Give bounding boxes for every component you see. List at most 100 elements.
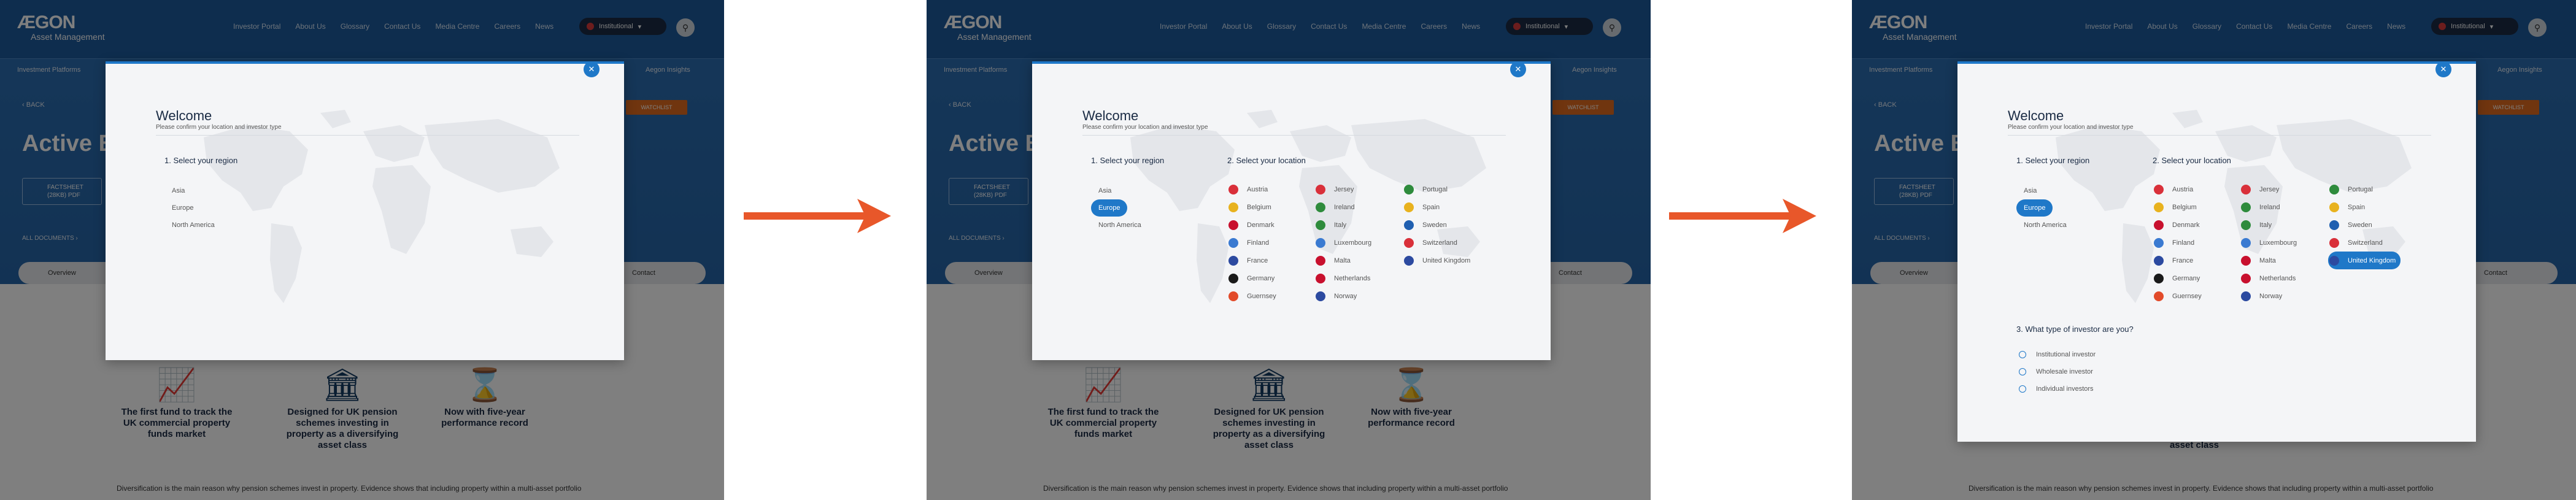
location-label: Italy: [1334, 221, 1347, 229]
region-option-north-america[interactable]: North America: [1091, 217, 1149, 234]
location-option-jersey[interactable]: Jersey: [2240, 180, 2302, 198]
location-option-netherlands[interactable]: Netherlands: [2240, 269, 2302, 287]
finland-flag-icon: [1228, 237, 1238, 248]
location-option-norway[interactable]: Norway: [1314, 287, 1376, 305]
location-option-spain[interactable]: Spain: [2328, 198, 2401, 216]
investor-option-institutional[interactable]: Institutional investor: [2019, 346, 2096, 363]
austria-flag-icon: [1228, 184, 1238, 194]
united-kingdom-flag-icon: [2329, 255, 2339, 266]
location-label: Spain: [1422, 203, 1440, 211]
location-option-belgium[interactable]: Belgium: [2153, 198, 2207, 216]
welcome-modal: ✕ Welcome Please confirm your location a…: [1957, 61, 2476, 442]
location-option-denmark[interactable]: Denmark: [2153, 216, 2207, 234]
location-label: Netherlands: [2259, 274, 2296, 282]
location-option-italy[interactable]: Italy: [1314, 216, 1376, 234]
location-option-switzerland[interactable]: Switzerland: [2328, 234, 2401, 252]
divider: [2008, 135, 2431, 136]
investor-option-individual[interactable]: Individual investors: [2019, 380, 2096, 398]
region-option-north-america[interactable]: North America: [164, 217, 222, 234]
location-option-luxembourg[interactable]: Luxembourg: [2240, 234, 2302, 252]
location-option-spain[interactable]: Spain: [1403, 198, 1475, 216]
location-option-malta[interactable]: Malta: [1314, 252, 1376, 269]
close-icon[interactable]: ✕: [584, 64, 600, 77]
region-option-asia[interactable]: Asia: [1091, 182, 1149, 199]
location-option-denmark[interactable]: Denmark: [1227, 216, 1281, 234]
radio-icon[interactable]: [2019, 368, 2026, 375]
location-label: Finland: [2172, 239, 2195, 247]
guernsey-flag-icon: [1228, 291, 1238, 301]
location-option-united-kingdom[interactable]: United Kingdom: [2328, 252, 2401, 269]
italy-flag-icon: [1316, 220, 1325, 230]
radio-icon[interactable]: [2019, 351, 2026, 358]
location-option-france[interactable]: France: [2153, 252, 2207, 269]
luxembourg-flag-icon: [1316, 237, 1325, 248]
location-option-luxembourg[interactable]: Luxembourg: [1314, 234, 1376, 252]
location-option-ireland[interactable]: Ireland: [2240, 198, 2302, 216]
location-label: Finland: [1247, 239, 1270, 247]
location-option-germany[interactable]: Germany: [1227, 269, 1281, 287]
location-option-germany[interactable]: Germany: [2153, 269, 2207, 287]
investor-option-wholesale[interactable]: Wholesale investor: [2019, 363, 2096, 380]
location-option-sweden[interactable]: Sweden: [1403, 216, 1475, 234]
welcome-modal: ✕ Welcome Please confirm your location a…: [1032, 61, 1551, 360]
radio-icon[interactable]: [2019, 385, 2026, 393]
location-option-united-kingdom[interactable]: United Kingdom: [1403, 252, 1475, 269]
location-option-italy[interactable]: Italy: [2240, 216, 2302, 234]
location-option-guernsey[interactable]: Guernsey: [1227, 287, 1281, 305]
location-option-austria[interactable]: Austria: [2153, 180, 2207, 198]
location-option-portugal[interactable]: Portugal: [1403, 180, 1475, 198]
screenshot-step-1: ÆGON Asset Management Investor Portal Ab…: [0, 0, 724, 500]
finland-flag-icon: [2154, 237, 2164, 248]
investor-option-label: Individual investors: [2036, 385, 2094, 393]
location-option-guernsey[interactable]: Guernsey: [2153, 287, 2207, 305]
location-option-malta[interactable]: Malta: [2240, 252, 2302, 269]
location-label: Jersey: [2259, 185, 2280, 193]
sweden-flag-icon: [2329, 220, 2339, 230]
spain-flag-icon: [1404, 202, 1414, 212]
portugal-flag-icon: [1404, 184, 1414, 194]
location-option-portugal[interactable]: Portugal: [2328, 180, 2401, 198]
location-option-belgium[interactable]: Belgium: [1227, 198, 1281, 216]
location-label: Denmark: [1247, 221, 1275, 229]
location-option-sweden[interactable]: Sweden: [2328, 216, 2401, 234]
modal-title: Welcome: [2008, 108, 2064, 123]
location-label: Guernsey: [1247, 292, 1276, 300]
spain-flag-icon: [2329, 202, 2339, 212]
location-column: Austria Belgium Denmark Finland France G…: [2153, 180, 2207, 305]
divider: [1082, 135, 1506, 136]
close-icon[interactable]: ✕: [1510, 64, 1526, 77]
close-icon[interactable]: ✕: [2435, 64, 2451, 77]
region-option-europe[interactable]: Europe: [164, 199, 222, 217]
location-option-france[interactable]: France: [1227, 252, 1281, 269]
location-option-norway[interactable]: Norway: [2240, 287, 2302, 305]
region-heading: 1. Select your region: [1091, 156, 1165, 165]
switzerland-flag-icon: [2329, 237, 2339, 248]
denmark-flag-icon: [2154, 220, 2164, 230]
france-flag-icon: [1228, 255, 1238, 266]
region-list: Asia Europe North America: [164, 182, 222, 234]
modal-title: Welcome: [1082, 108, 1139, 123]
location-label: Portugal: [2348, 185, 2373, 193]
portugal-flag-icon: [2329, 184, 2339, 194]
switzerland-flag-icon: [1404, 237, 1414, 248]
location-option-austria[interactable]: Austria: [1227, 180, 1281, 198]
region-option-europe[interactable]: Europe: [1091, 199, 1128, 217]
location-label: Austria: [2172, 185, 2194, 193]
location-option-netherlands[interactable]: Netherlands: [1314, 269, 1376, 287]
region-list: Asia Europe North America: [2016, 182, 2074, 234]
investor-option-label: Wholesale investor: [2036, 368, 2093, 375]
location-column: Portugal Spain Sweden Switzerland United…: [2328, 180, 2401, 269]
location-option-jersey[interactable]: Jersey: [1314, 180, 1376, 198]
location-option-ireland[interactable]: Ireland: [1314, 198, 1376, 216]
region-option-north-america[interactable]: North America: [2016, 217, 2074, 234]
region-option-asia[interactable]: Asia: [2016, 182, 2074, 199]
arrow-right-icon: [744, 199, 891, 233]
region-option-europe[interactable]: Europe: [2016, 199, 2053, 217]
location-option-finland[interactable]: Finland: [2153, 234, 2207, 252]
belgium-flag-icon: [2154, 202, 2164, 212]
location-option-finland[interactable]: Finland: [1227, 234, 1281, 252]
location-option-switzerland[interactable]: Switzerland: [1403, 234, 1475, 252]
jersey-flag-icon: [1316, 184, 1325, 194]
netherlands-flag-icon: [2241, 273, 2251, 283]
region-option-asia[interactable]: Asia: [164, 182, 222, 199]
